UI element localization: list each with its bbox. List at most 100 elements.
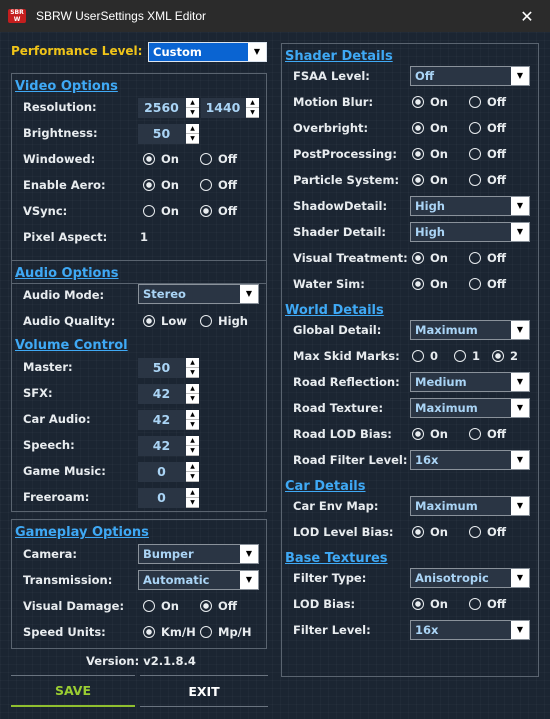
spin-down-icon[interactable]: ▼ xyxy=(246,108,259,118)
audio-options-title: Audio Options xyxy=(15,266,119,281)
overbright-off-radio[interactable]: Off xyxy=(469,121,506,135)
spin-up-icon[interactable]: ▲ xyxy=(186,384,199,394)
skid-0-radio[interactable]: 0 xyxy=(412,349,438,363)
road-filter-level-select[interactable]: 16x ▼ xyxy=(410,450,530,470)
car-lod-on-radio[interactable]: On xyxy=(412,525,448,539)
shadow-detail-select[interactable]: High ▼ xyxy=(410,196,530,216)
master-stepper[interactable]: 50 ▲ ▼ xyxy=(138,358,199,378)
game-music-stepper[interactable]: 0 ▲ ▼ xyxy=(138,462,199,482)
close-button[interactable]: ✕ xyxy=(504,0,550,32)
spin-up-icon[interactable]: ▲ xyxy=(186,488,199,498)
spin-down-icon[interactable]: ▼ xyxy=(186,420,199,430)
motion-blur-off-radio[interactable]: Off xyxy=(469,95,506,109)
overbright-on-radio[interactable]: On xyxy=(412,121,448,135)
audio-mode-select[interactable]: Stereo ▼ xyxy=(138,284,259,304)
world-details-title: World Details xyxy=(285,303,384,318)
road-lod-bias-label: Road LOD Bias: xyxy=(293,427,392,441)
speech-stepper[interactable]: 42 ▲ ▼ xyxy=(138,436,199,456)
radio-label: On xyxy=(430,251,448,265)
audio-quality-low-radio[interactable]: Low xyxy=(143,314,187,328)
vsync-on-radio[interactable]: On xyxy=(143,204,179,218)
visual-treatment-label: Visual Treatment: xyxy=(293,251,408,265)
road-texture-select[interactable]: Maximum ▼ xyxy=(410,398,530,418)
lod-bias-off-radio[interactable]: Off xyxy=(469,597,506,611)
chevron-down-icon: ▼ xyxy=(511,621,529,639)
resolution-width-stepper[interactable]: 2560 ▲ ▼ xyxy=(138,98,199,118)
units-kmh-radio[interactable]: Km/H xyxy=(143,625,196,639)
chevron-down-icon: ▼ xyxy=(511,451,529,469)
spin-up-icon[interactable]: ▲ xyxy=(186,358,199,368)
spin-down-icon[interactable]: ▼ xyxy=(186,394,199,404)
particle-off-radio[interactable]: Off xyxy=(469,173,506,187)
radio-indicator-icon xyxy=(412,174,424,186)
sfx-stepper[interactable]: 42 ▲ ▼ xyxy=(138,384,199,404)
filter-type-label: Filter Type: xyxy=(293,571,367,585)
filter-type-select[interactable]: Anisotropic ▼ xyxy=(410,568,530,588)
motion-blur-on-radio[interactable]: On xyxy=(412,95,448,109)
spin-up-icon[interactable]: ▲ xyxy=(186,462,199,472)
spin-down-icon[interactable]: ▼ xyxy=(186,446,199,456)
spin-down-icon[interactable]: ▼ xyxy=(186,134,199,144)
aero-on-radio[interactable]: On xyxy=(143,178,179,192)
vsync-off-radio[interactable]: Off xyxy=(200,204,237,218)
title-bar: SBR W SBRW UserSettings XML Editor ✕ xyxy=(0,0,550,32)
visual-treatment-off-radio[interactable]: Off xyxy=(469,251,506,265)
freeroam-stepper[interactable]: 0 ▲ ▼ xyxy=(138,488,199,508)
skid-2-radio[interactable]: 2 xyxy=(492,349,518,363)
brightness-stepper[interactable]: 50 ▲ ▼ xyxy=(138,124,199,144)
transmission-select[interactable]: Automatic ▼ xyxy=(138,570,259,590)
windowed-off-radio[interactable]: Off xyxy=(200,152,237,166)
radio-label: Off xyxy=(218,152,238,166)
road-lod-off-radio[interactable]: Off xyxy=(469,427,506,441)
global-detail-select[interactable]: Maximum ▼ xyxy=(410,320,530,340)
visual-treatment-on-radio[interactable]: On xyxy=(412,251,448,265)
damage-on-radio[interactable]: On xyxy=(143,599,179,613)
skid-1-radio[interactable]: 1 xyxy=(454,349,480,363)
water-sim-on-radio[interactable]: On xyxy=(412,277,448,291)
freeroam-label: Freeroam: xyxy=(23,490,90,504)
radio-label: 1 xyxy=(472,349,481,363)
radio-indicator-icon xyxy=(200,205,212,217)
aero-off-radio[interactable]: Off xyxy=(200,178,237,192)
spin-up-icon[interactable]: ▲ xyxy=(186,124,199,134)
damage-off-radio[interactable]: Off xyxy=(200,599,237,613)
radio-indicator-icon xyxy=(200,179,212,191)
spin-up-icon[interactable]: ▲ xyxy=(186,436,199,446)
car-audio-stepper[interactable]: 42 ▲ ▼ xyxy=(138,410,199,430)
particle-on-radio[interactable]: On xyxy=(412,173,448,187)
spin-down-icon[interactable]: ▼ xyxy=(186,368,199,378)
app-icon-text-bottom: W xyxy=(13,16,21,23)
car-lod-off-radio[interactable]: Off xyxy=(469,525,506,539)
shader-details-title: Shader Details xyxy=(285,49,393,64)
units-mph-radio[interactable]: Mp/H xyxy=(200,625,252,639)
windowed-on-radio[interactable]: On xyxy=(143,152,179,166)
spin-down-icon[interactable]: ▼ xyxy=(186,108,199,118)
performance-level-select[interactable]: Custom ▼ xyxy=(148,42,267,62)
spin-up-icon[interactable]: ▲ xyxy=(186,98,199,108)
save-button[interactable]: SAVE xyxy=(11,675,135,707)
shader-detail-select[interactable]: High ▼ xyxy=(410,222,530,242)
brightness-label: Brightness: xyxy=(23,126,98,140)
filter-level-select[interactable]: 16x ▼ xyxy=(410,620,530,640)
audio-quality-high-radio[interactable]: High xyxy=(200,314,248,328)
radio-indicator-icon xyxy=(412,148,424,160)
road-lod-on-radio[interactable]: On xyxy=(412,427,448,441)
camera-select[interactable]: Bumper ▼ xyxy=(138,544,259,564)
postprocessing-off-radio[interactable]: Off xyxy=(469,147,506,161)
spin-up-icon[interactable]: ▲ xyxy=(246,98,259,108)
postprocessing-on-radio[interactable]: On xyxy=(412,147,448,161)
spin-up-icon[interactable]: ▲ xyxy=(186,410,199,420)
lod-bias-on-radio[interactable]: On xyxy=(412,597,448,611)
water-sim-off-radio[interactable]: Off xyxy=(469,277,506,291)
resolution-height-stepper[interactable]: 1440 ▲ ▼ xyxy=(201,98,259,118)
performance-level-label: Performance Level: xyxy=(11,44,143,58)
spin-down-icon[interactable]: ▼ xyxy=(186,472,199,482)
car-env-map-select[interactable]: Maximum ▼ xyxy=(410,496,530,516)
radio-label: Off xyxy=(487,597,507,611)
radio-indicator-icon xyxy=(143,205,155,217)
spin-down-icon[interactable]: ▼ xyxy=(186,498,199,508)
radio-indicator-icon xyxy=(469,96,481,108)
road-reflection-select[interactable]: Medium ▼ xyxy=(410,372,530,392)
fsaa-select[interactable]: Off ▼ xyxy=(410,66,530,86)
exit-button[interactable]: EXIT xyxy=(140,675,268,707)
